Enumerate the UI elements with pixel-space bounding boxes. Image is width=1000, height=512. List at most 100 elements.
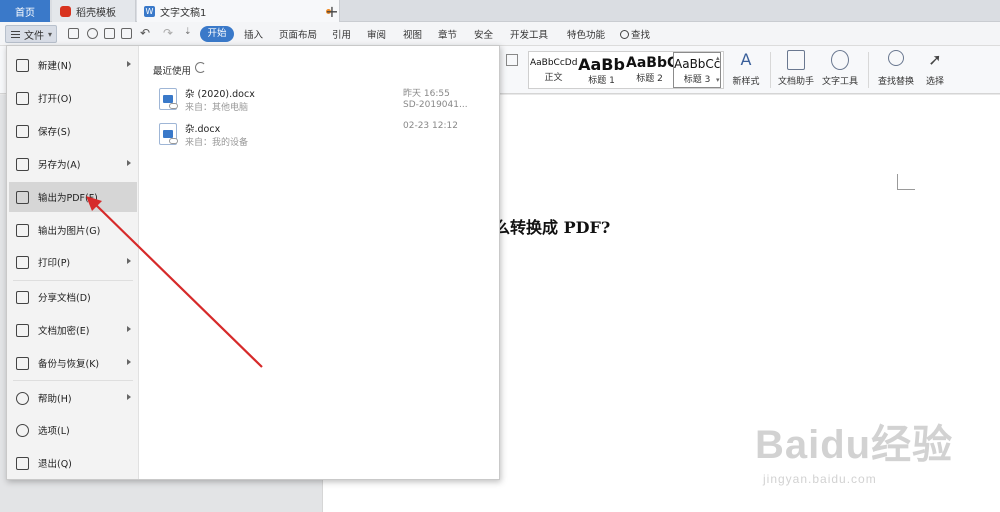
menu-options[interactable]: 选项(L) [9, 415, 137, 445]
recent-file-time: 02-23 12:12 [403, 121, 458, 131]
style-normal-name: 正文 [544, 73, 563, 83]
doc-assistant-button[interactable]: 文档助手 [776, 50, 816, 87]
menu-save-as-label: 另存为(A) [38, 160, 81, 171]
redo-icon[interactable]: ↷ [163, 26, 173, 40]
menu-chapter[interactable]: 章节 [438, 27, 457, 41]
style-normal[interactable]: AaBbCcDd 正文 [530, 52, 577, 88]
exit-icon [16, 456, 29, 470]
menu-view[interactable]: 视图 [403, 27, 422, 41]
menu-save[interactable]: 保存(S) [9, 116, 137, 146]
style-normal-sample: AaBbCcDd [530, 58, 577, 68]
menu-export-image-label: 输出为图片(G) [38, 226, 101, 237]
cloud-icon [169, 103, 178, 109]
menu-backup[interactable]: 备份与恢复(K) [9, 348, 137, 378]
style-heading1-name: 标题 1 [588, 76, 615, 86]
style-scroll-down-icon[interactable]: ▾ [716, 76, 720, 84]
tab-templates[interactable]: 稻壳模板 [52, 0, 136, 22]
tab-home[interactable]: 首页 [0, 0, 50, 22]
menu-help[interactable]: 帮助(H) [9, 383, 137, 413]
menu-review[interactable]: 审阅 [367, 27, 386, 41]
help-icon [16, 391, 29, 405]
print-preview-icon[interactable] [121, 28, 132, 39]
recent-file-name: 杂 (2020).docx [185, 89, 255, 100]
menu-exit[interactable]: 退出(Q) [9, 448, 137, 478]
tab-document[interactable]: W 文字文稿1 [137, 0, 340, 22]
menu-export-pdf[interactable]: 输出为PDF(F) [9, 182, 137, 212]
menu-new-label: 新建(N) [38, 61, 72, 72]
new-style-icon: A [740, 50, 752, 69]
baidu-watermark: Baidu经验 jingyan.baidu.com [755, 412, 953, 486]
style-heading2-name: 标题 2 [636, 74, 663, 84]
new-doc-icon [16, 58, 29, 72]
submenu-arrow-icon [127, 359, 131, 365]
menu-page-layout[interactable]: 页面布局 [279, 27, 317, 41]
menu-search[interactable]: 查找 [620, 27, 650, 41]
cloud-icon [169, 138, 178, 144]
recent-file-item[interactable]: 杂.docx 来自：我的设备 02-23 12:12 [153, 121, 493, 153]
refresh-icon[interactable] [195, 62, 206, 73]
menu-print[interactable]: 打印(P) [9, 247, 137, 277]
wrench-icon [831, 50, 849, 70]
quick-access-more-icon[interactable]: ⇣ [184, 27, 192, 37]
new-tab-button[interactable]: + [322, 0, 342, 22]
search-icon [620, 30, 629, 39]
style-heading3-sample: AaBbCc [674, 57, 721, 71]
recent-file-item[interactable]: 杂 (2020).docx 来自：其他电脑 昨天 16:55 SD-201904… [153, 86, 493, 118]
share-icon [16, 290, 29, 304]
menu-special-features[interactable]: 特色功能 [567, 27, 605, 41]
style-scroll-up-icon[interactable]: ▴ [716, 54, 720, 62]
watermark-main: Baidu经验 [755, 423, 954, 467]
menu-export-image[interactable]: 输出为图片(G) [9, 215, 137, 245]
menu-save-as[interactable]: 另存为(A) [9, 149, 137, 179]
new-style-button[interactable]: A 新样式 [728, 50, 764, 87]
menu-security[interactable]: 安全 [474, 27, 493, 41]
file-menu-label: 文件 [24, 30, 44, 42]
recent-file-source: 来自：我的设备 [185, 138, 249, 148]
style-heading1-sample: AaBb [578, 55, 625, 74]
menu-share[interactable]: 分享文档(D) [9, 282, 137, 312]
image-export-icon [16, 223, 29, 237]
select-label: 选择 [925, 77, 944, 87]
word-doc-icon: W [144, 5, 155, 17]
menu-new[interactable]: 新建(N) [9, 50, 137, 80]
menu-backup-label: 备份与恢复(K) [38, 359, 100, 370]
find-replace-button[interactable]: 查找替换 [874, 50, 918, 87]
save-quick-icon[interactable] [68, 28, 79, 39]
tab-start[interactable]: 开始 [200, 26, 234, 42]
format-painter-icon[interactable] [87, 28, 98, 39]
style-heading3[interactable]: AaBbCc 标题 3 [673, 52, 721, 88]
recent-file-name: 杂.docx [185, 124, 221, 135]
submenu-arrow-icon [127, 394, 131, 400]
select-button[interactable]: ➚ 选择 [920, 50, 950, 87]
menu-encrypt-label: 文档加密(E) [38, 326, 90, 337]
menu-encrypt[interactable]: 文档加密(E) [9, 315, 137, 345]
save-as-icon [16, 157, 29, 171]
menu-bar: 文件 ▾ ↶ ↷ ⇣ 开始 插入 页面布局 引用 审阅 视图 章节 安全 开发工… [0, 22, 1000, 46]
print-quick-icon[interactable] [104, 28, 115, 39]
wps-logo-icon [60, 5, 71, 17]
menu-divider [13, 280, 133, 281]
chevron-down-icon: ▾ [48, 29, 53, 39]
menu-insert[interactable]: 插入 [244, 27, 263, 41]
menu-references[interactable]: 引用 [332, 27, 351, 41]
style-gallery: AaBbCcDd 正文 AaBb 标题 1 AaBbC 标题 2 AaBbCc … [528, 51, 724, 89]
menu-divider [13, 380, 133, 381]
submenu-arrow-icon [127, 160, 131, 166]
style-heading1[interactable]: AaBb 标题 1 [578, 52, 625, 88]
magnifier-icon [888, 50, 904, 66]
undo-icon[interactable]: ↶ [140, 26, 150, 40]
recent-files-title: 最近使用 [153, 66, 192, 77]
recent-file-time: 昨天 16:55 [403, 89, 450, 99]
text-tools-button[interactable]: 文字工具 [818, 50, 862, 87]
menu-developer[interactable]: 开发工具 [510, 27, 548, 41]
menu-exit-label: 退出(Q) [38, 459, 72, 470]
style-heading2[interactable]: AaBbC 标题 2 [626, 52, 673, 88]
file-menu-dropdown: 新建(N) 打开(O) 保存(S) 另存为(A) 输出为PDF(F) 输出为图片… [6, 45, 500, 480]
menu-open[interactable]: 打开(O) [9, 83, 137, 113]
pdf-export-icon [16, 190, 29, 204]
watermark-url: jingyan.baidu.com [763, 472, 877, 486]
paragraph-settings-icon[interactable] [506, 54, 518, 66]
ribbon-separator [770, 52, 771, 88]
style-heading3-name: 标题 3 [683, 75, 711, 85]
file-menu-button[interactable]: 文件 ▾ [5, 25, 57, 43]
